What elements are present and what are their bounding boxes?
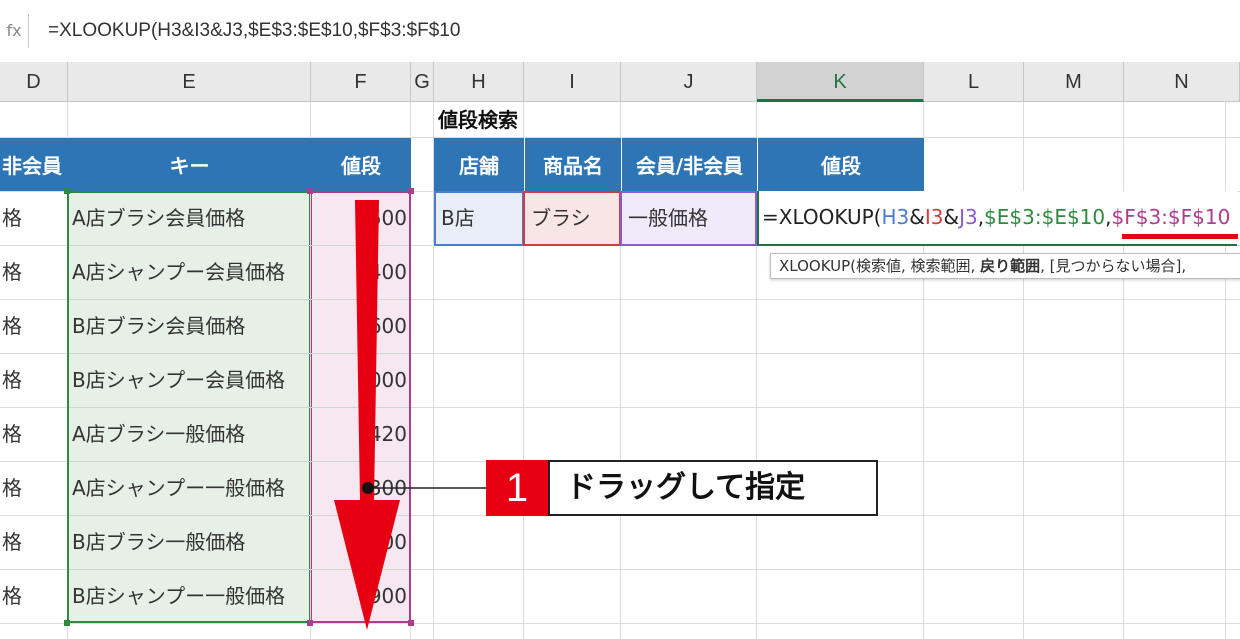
cell-d-row-7[interactable]: 格: [2, 516, 66, 569]
cell-price-row-2[interactable]: 400: [313, 246, 407, 299]
cell-d-row-2[interactable]: 格: [2, 246, 66, 299]
formula-ref-f-range: $F$3:$F$10: [1111, 205, 1231, 229]
formula-bar: fx =XLOOKUP(H3&I3&J3,$E$3:$E$10,$F$3:$F$…: [0, 0, 1240, 63]
column-header-d[interactable]: D: [0, 62, 68, 102]
cell-d-row-8[interactable]: 格: [2, 570, 66, 623]
sheet-grid[interactable]: 非会員 キー 値段 格 A店ブラシ会員価格 500 格 A店シャンプー会員価格 …: [0, 102, 1240, 639]
cell-d-row-3[interactable]: 格: [2, 300, 66, 353]
fx-icon[interactable]: fx: [0, 14, 29, 48]
column-header-n[interactable]: N: [1124, 62, 1240, 102]
cell-key-row-4[interactable]: B店シャンプー会員価格: [72, 354, 308, 407]
cell-d-row-6[interactable]: 格: [2, 462, 66, 515]
cell-member-value[interactable]: 一般価格: [620, 191, 757, 246]
formula-ref-h3: H3: [881, 205, 910, 229]
header-search-price: 値段: [757, 138, 924, 191]
function-tooltip: XLOOKUP(検索値, 検索範囲, 戻り範囲, [見つからない場合],: [770, 253, 1240, 279]
cell-price-row-4[interactable]: 1000: [313, 354, 407, 407]
cell-price-row-1[interactable]: 500: [313, 192, 407, 245]
column-header-k[interactable]: K: [757, 62, 924, 102]
header-product: 商品名: [524, 138, 621, 191]
cell-price-row-7[interactable]: 700: [313, 516, 407, 569]
cell-price-row-6[interactable]: 300: [313, 462, 407, 515]
cell-product-value[interactable]: ブラシ: [523, 191, 621, 246]
formula-ref-e-range: $E$3:$E$10: [984, 205, 1106, 229]
header-non-member: 非会員: [0, 138, 68, 191]
cell-store-value[interactable]: B店: [434, 191, 524, 246]
cell-key-row-6[interactable]: A店シャンプー一般価格: [72, 462, 308, 515]
cell-d-row-1[interactable]: 格: [2, 192, 66, 245]
cell-key-row-1[interactable]: A店ブラシ会員価格: [72, 192, 308, 245]
column-header-f[interactable]: F: [311, 62, 411, 102]
cell-key-row-8[interactable]: B店シャンプー一般価格: [72, 570, 308, 623]
cell-key-row-7[interactable]: B店ブラシ一般価格: [72, 516, 308, 569]
cell-d-row-4[interactable]: 格: [2, 354, 66, 407]
callout-number: 1: [486, 460, 548, 516]
formula-amp-1: &: [909, 205, 925, 229]
cell-price-row-8[interactable]: 900: [313, 570, 407, 623]
cell-price-row-3[interactable]: 600: [313, 300, 407, 353]
search-title: 値段検索: [438, 108, 518, 132]
column-header-l[interactable]: L: [924, 62, 1024, 102]
cell-key-row-2[interactable]: A店シャンプー会員価格: [72, 246, 308, 299]
callout-text: ドラッグして指定: [548, 460, 878, 516]
cell-price-row-5[interactable]: 420: [313, 408, 407, 461]
formula-fn: =XLOOKUP(: [762, 205, 882, 229]
formula-input[interactable]: =XLOOKUP(H3&I3&J3,$E$3:$E$10,$F$3:$F$10: [48, 14, 460, 48]
header-price: 値段: [311, 138, 411, 191]
formula-amp-2: &: [943, 205, 960, 229]
column-header-h[interactable]: H: [434, 62, 524, 102]
column-header-j[interactable]: J: [621, 62, 757, 102]
tooltip-return-range: 戻り範囲: [980, 257, 1041, 275]
column-header-g[interactable]: G: [411, 62, 434, 102]
tooltip-prefix: XLOOKUP(検索値, 検索範囲,: [779, 257, 981, 275]
red-underline: [1122, 234, 1238, 239]
column-header-e[interactable]: E: [68, 62, 311, 102]
formula-ref-i3: I3: [924, 205, 944, 229]
formula-ref-j3: J3: [959, 205, 978, 229]
cell-key-row-5[interactable]: A店ブラシ一般価格: [72, 408, 308, 461]
header-store: 店舗: [434, 138, 524, 191]
cell-d-row-5[interactable]: 格: [2, 408, 66, 461]
header-member-type: 会員/非会員: [621, 138, 757, 191]
column-header-i[interactable]: I: [524, 62, 621, 102]
cell-key-row-3[interactable]: B店ブラシ会員価格: [72, 300, 308, 353]
header-key: キー: [68, 138, 311, 191]
tooltip-suffix: , [見つからない場合],: [1040, 257, 1187, 275]
column-header-m[interactable]: M: [1024, 62, 1124, 102]
